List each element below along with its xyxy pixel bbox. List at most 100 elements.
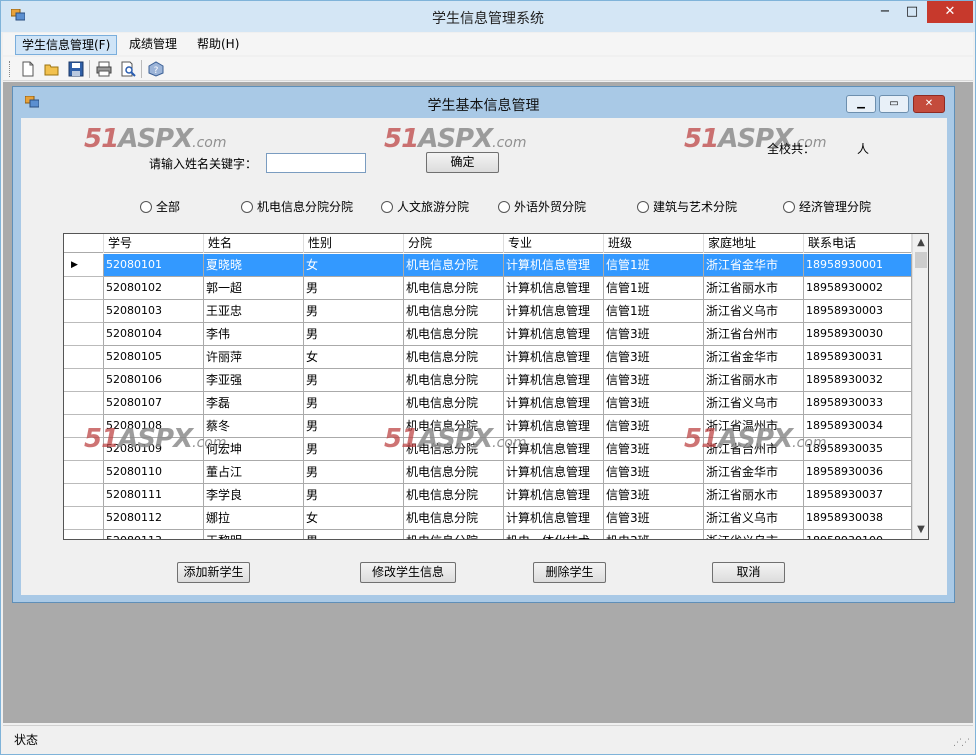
table-cell[interactable]: 娜拉 (204, 507, 304, 530)
table-cell[interactable]: 夏晓晓 (204, 254, 304, 277)
menu-grades[interactable]: 成绩管理 (123, 35, 183, 55)
column-header[interactable]: 学号 (104, 234, 204, 253)
table-cell[interactable]: 信管3班 (604, 323, 704, 346)
close-button[interactable]: ✕ (927, 1, 973, 23)
table-row[interactable]: ▶ 52080101 夏晓晓女机电信息分院 计算机信息管理 信管1班 浙江省金华市 1895… (64, 254, 912, 277)
table-cell[interactable]: 浙江省义乌市 (704, 300, 804, 323)
table-cell[interactable]: 计算机信息管理 (504, 254, 604, 277)
row-header[interactable] (64, 415, 104, 438)
table-cell[interactable]: 52080113 (104, 530, 204, 539)
row-header[interactable] (64, 507, 104, 530)
table-cell[interactable]: 信管1班 (604, 254, 704, 277)
table-cell[interactable]: 女 (304, 507, 404, 530)
row-header[interactable] (64, 530, 104, 539)
table-cell[interactable]: 男 (304, 415, 404, 438)
table-cell[interactable]: 机电信息分院 (404, 369, 504, 392)
new-file-icon[interactable] (19, 60, 37, 78)
table-cell[interactable]: 王黎明 (204, 530, 304, 539)
column-header[interactable]: 性别 (304, 234, 404, 253)
radio-circle[interactable] (140, 201, 152, 213)
table-cell[interactable]: 机电信息分院 (404, 507, 504, 530)
table-cell[interactable]: 计算机信息管理 (504, 461, 604, 484)
table-cell[interactable]: 计算机信息管理 (504, 507, 604, 530)
table-cell[interactable]: 信管3班 (604, 507, 704, 530)
maximize-button[interactable]: □ (897, 1, 927, 23)
table-row[interactable]: 52080108 蔡冬男机电信息分院 计算机信息管理 信管3班 浙江省温州市 189589… (64, 415, 912, 438)
radio-circle[interactable] (381, 201, 393, 213)
column-header[interactable]: 姓名 (204, 234, 304, 253)
delete-student-button[interactable]: 删除学生 (533, 562, 606, 583)
filter-radio-foreign[interactable]: 外语外贸分院 (498, 198, 586, 215)
name-search-input[interactable] (266, 153, 366, 173)
table-cell[interactable]: 18958930002 (804, 277, 912, 300)
table-cell[interactable]: 浙江省义乌市 (704, 392, 804, 415)
table-row[interactable]: 52080113王黎明男机电信息分院机电一体化技术机电3班浙江省义乌市18958… (64, 530, 912, 539)
row-header[interactable] (64, 323, 104, 346)
table-cell[interactable]: 18958930033 (804, 392, 912, 415)
radio-circle[interactable] (637, 201, 649, 213)
table-cell[interactable]: 18958930034 (804, 415, 912, 438)
table-cell[interactable]: 男 (304, 277, 404, 300)
grid-corner[interactable] (64, 234, 104, 253)
table-cell[interactable]: 董占江 (204, 461, 304, 484)
table-cell[interactable]: 计算机信息管理 (504, 346, 604, 369)
help-icon[interactable]: ? (147, 60, 165, 78)
print-preview-icon[interactable] (119, 60, 137, 78)
row-header[interactable] (64, 346, 104, 369)
table-row[interactable]: 52080107 李磊男机电信息分院 计算机信息管理 信管3班 浙江省义乌市 189589… (64, 392, 912, 415)
table-cell[interactable]: 信管3班 (604, 438, 704, 461)
table-cell[interactable]: 18958930100 (804, 530, 912, 539)
table-cell[interactable]: 52080105 (104, 346, 204, 369)
table-cell[interactable]: 52080110 (104, 461, 204, 484)
filter-radio-electromech[interactable]: 机电信息分院分院 (241, 198, 353, 215)
menu-student-info[interactable]: 学生信息管理(F) (15, 35, 118, 55)
table-cell[interactable]: 机电3班 (604, 530, 704, 539)
table-cell[interactable]: 机电信息分院 (404, 277, 504, 300)
row-header[interactable] (64, 461, 104, 484)
grid-vertical-scrollbar[interactable]: ▲ ▼ (912, 234, 928, 539)
row-header[interactable] (64, 369, 104, 392)
table-cell[interactable]: 52080111 (104, 484, 204, 507)
table-cell[interactable]: 男 (304, 323, 404, 346)
menu-help[interactable]: 帮助(H) (191, 35, 245, 55)
table-cell[interactable]: 浙江省台州市 (704, 323, 804, 346)
table-cell[interactable]: 信管3班 (604, 392, 704, 415)
table-cell[interactable]: 计算机信息管理 (504, 438, 604, 461)
table-cell[interactable]: 52080109 (104, 438, 204, 461)
table-cell[interactable]: 计算机信息管理 (504, 323, 604, 346)
column-header[interactable]: 班级 (604, 234, 704, 253)
table-cell[interactable]: 18958930035 (804, 438, 912, 461)
table-cell[interactable]: 信管3班 (604, 461, 704, 484)
table-row[interactable]: 52080103 王亚忠男机电信息分院 计算机信息管理 信管1班 浙江省义乌市 18958… (64, 300, 912, 323)
table-cell[interactable]: 52080108 (104, 415, 204, 438)
filter-radio-architecture[interactable]: 建筑与艺术分院 (637, 198, 737, 215)
table-cell[interactable]: 计算机信息管理 (504, 369, 604, 392)
row-header[interactable] (64, 277, 104, 300)
child-minimize-button[interactable]: ▁ (846, 95, 876, 113)
scroll-down-arrow-icon[interactable]: ▼ (913, 522, 928, 538)
table-cell[interactable]: 浙江省义乌市 (704, 530, 804, 539)
table-cell[interactable]: 男 (304, 392, 404, 415)
scroll-thumb[interactable] (915, 252, 927, 268)
table-cell[interactable]: 52080102 (104, 277, 204, 300)
table-cell[interactable]: 52080112 (104, 507, 204, 530)
row-header[interactable] (64, 300, 104, 323)
column-header[interactable]: 分院 (404, 234, 504, 253)
table-cell[interactable]: 机电信息分院 (404, 438, 504, 461)
table-cell[interactable]: 机电信息分院 (404, 392, 504, 415)
table-cell[interactable]: 浙江省台州市 (704, 438, 804, 461)
confirm-button[interactable]: 确定 (426, 152, 499, 173)
radio-circle[interactable] (783, 201, 795, 213)
table-cell[interactable]: 浙江省金华市 (704, 461, 804, 484)
table-cell[interactable]: 李磊 (204, 392, 304, 415)
table-row[interactable]: 52080105 许丽萍女机电信息分院 计算机信息管理 信管3班 浙江省金华市 18958… (64, 346, 912, 369)
radio-circle[interactable] (241, 201, 253, 213)
row-header[interactable] (64, 484, 104, 507)
table-cell[interactable]: 王亚忠 (204, 300, 304, 323)
table-cell[interactable]: 机电信息分院 (404, 530, 504, 539)
table-cell[interactable]: 18958930032 (804, 369, 912, 392)
table-cell[interactable]: 许丽萍 (204, 346, 304, 369)
student-grid[interactable]: 学号 姓名 性别 分院 专业 班级 家庭地址 联系电话 ▶ 52080101 夏晓晓… (63, 233, 929, 540)
child-close-button[interactable]: ✕ (913, 95, 945, 113)
table-cell[interactable]: 郭一超 (204, 277, 304, 300)
